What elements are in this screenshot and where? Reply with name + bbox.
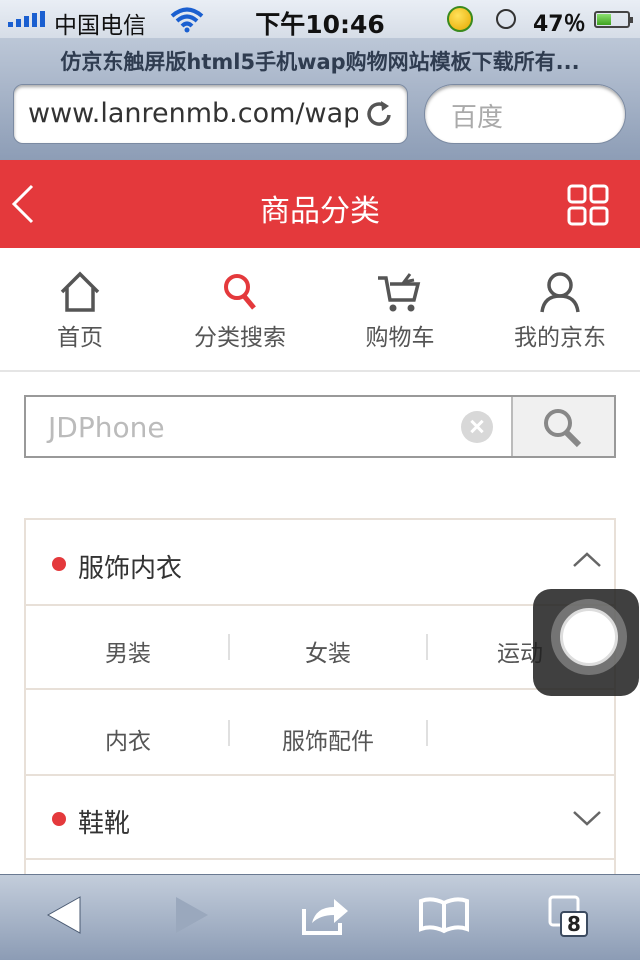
cart-icon	[378, 273, 421, 312]
search-field[interactable]: 百度	[424, 84, 626, 144]
subcategory-row: 男装 女装 运动	[26, 606, 614, 690]
nav-item-label: 分类搜索	[194, 325, 286, 351]
header-title: 商品分类	[260, 194, 380, 229]
bookmarks-icon[interactable]	[418, 895, 470, 935]
chevron-up-icon[interactable]	[572, 550, 602, 570]
home-icon	[60, 271, 100, 312]
category-header[interactable]: 服饰内衣	[26, 520, 614, 606]
nav-item-label: 首页	[57, 325, 103, 351]
assistive-touch-button[interactable]	[533, 589, 639, 696]
bullet-dot	[52, 557, 66, 571]
nav-item-category-search[interactable]: 分类搜索	[160, 248, 320, 370]
page-title: 仿京东触屏版html5手机wap购物网站模板下载所有...	[60, 50, 580, 74]
category-name: 服饰内衣	[78, 554, 183, 584]
search-button[interactable]	[511, 397, 614, 456]
clear-icon[interactable]	[461, 411, 493, 443]
chevron-down-icon[interactable]	[572, 808, 602, 828]
category-header[interactable]: 鞋靴	[26, 776, 614, 860]
share-icon[interactable]	[300, 895, 350, 935]
nav-item-label: 购物车	[365, 325, 435, 351]
category-name: 鞋靴	[78, 809, 131, 839]
subcategory-link[interactable]: 女装	[228, 634, 428, 668]
nav-item-home[interactable]: 首页	[0, 248, 160, 370]
magnifier-icon	[544, 409, 582, 448]
search-field-placeholder: 百度	[451, 103, 504, 133]
grid-menu-icon[interactable]	[567, 184, 609, 226]
battery-percent: 47％	[533, 12, 586, 37]
subcategory-link[interactable]: 服饰配件	[228, 722, 428, 756]
subcategory-link[interactable]: 内衣	[28, 722, 228, 756]
bullet-dot	[52, 812, 66, 826]
nav-item-my-jd[interactable]: 我的京东	[480, 248, 640, 370]
address-bar[interactable]: www.lanrenmb.com/wap	[13, 84, 408, 144]
product-search-box: JDPhone	[24, 395, 616, 458]
main-nav: 首页 分类搜索 购物车 我的京东	[0, 248, 640, 372]
security-app-icon	[447, 6, 473, 32]
back-arrow-icon[interactable]	[46, 895, 82, 935]
nav-item-label: 我的京东	[514, 325, 606, 351]
search-icon	[224, 274, 256, 310]
nav-item-cart[interactable]: 购物车	[320, 248, 480, 370]
category-list: 服饰内衣 男装 女装 运动 内衣 服饰配件 鞋靴	[24, 518, 616, 878]
assistive-touch-dot	[560, 608, 618, 666]
divider	[426, 720, 428, 746]
reload-icon[interactable]	[365, 98, 395, 130]
battery-icon	[594, 11, 633, 28]
status-bar: 中国电信 下午10:46 47％	[0, 0, 640, 39]
subcategory-link[interactable]: 男装	[28, 634, 228, 668]
browser-bottom-toolbar: 8	[0, 874, 640, 960]
product-search-input[interactable]: JDPhone	[48, 411, 165, 444]
tabs-count-badge: 8	[560, 911, 588, 937]
alarm-clock-icon	[496, 9, 516, 29]
forward-arrow-icon[interactable]	[174, 895, 210, 935]
browser-toolbar: 仿京东触屏版html5手机wap购物网站模板下载所有... www.lanren…	[0, 38, 640, 160]
app-header: 商品分类	[0, 160, 640, 248]
url-text[interactable]: www.lanrenmb.com/wap	[28, 98, 358, 129]
user-icon	[540, 272, 580, 313]
subcategory-row: 内衣 服饰配件	[26, 690, 614, 776]
